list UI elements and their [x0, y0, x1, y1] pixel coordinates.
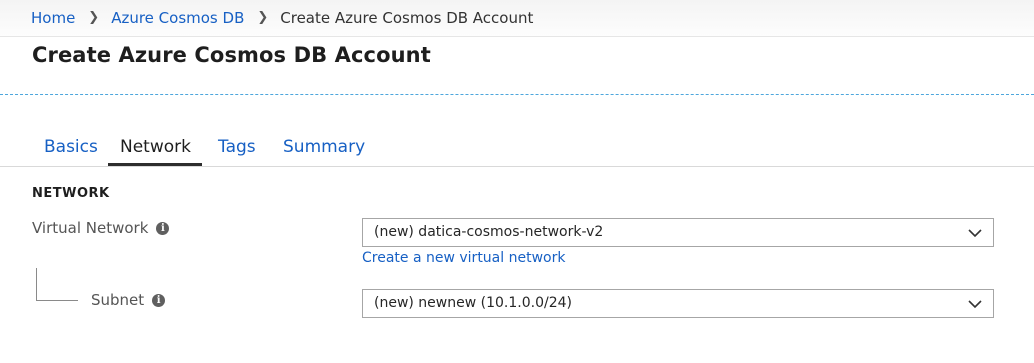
virtual-network-label: Virtual Network i — [32, 219, 170, 237]
subnet-dropdown[interactable]: (new) newnew (10.1.0.0/24) — [362, 289, 994, 318]
chevron-down-icon — [968, 300, 982, 309]
chevron-down-icon — [968, 229, 982, 238]
breadcrumb-cosmos-link[interactable]: Azure Cosmos DB — [111, 8, 244, 28]
active-tab-indicator — [108, 163, 202, 166]
header-divider — [0, 94, 1034, 95]
tab-basics[interactable]: Basics — [44, 136, 98, 158]
chevron-right-icon: ❯ — [257, 10, 269, 25]
breadcrumb-home-link[interactable]: Home — [31, 8, 75, 28]
tab-summary[interactable]: Summary — [283, 136, 365, 158]
page-title: Create Azure Cosmos DB Account — [32, 43, 431, 67]
tab-bar: Basics Network Tags Summary — [0, 126, 1034, 167]
subnet-label-text: Subnet — [91, 291, 145, 309]
breadcrumb-bar: Home ❯ Azure Cosmos DB ❯ Create Azure Co… — [0, 0, 1034, 37]
virtual-network-label-text: Virtual Network — [32, 219, 149, 237]
virtual-network-value: (new) datica-cosmos-network-v2 — [374, 224, 604, 240]
virtual-network-dropdown[interactable]: (new) datica-cosmos-network-v2 — [362, 218, 994, 247]
tree-connector-vertical — [36, 268, 37, 300]
chevron-right-icon: ❯ — [88, 10, 100, 25]
subnet-label: Subnet i — [91, 291, 166, 309]
info-icon[interactable]: i — [152, 293, 166, 307]
section-title-network: NETWORK — [32, 186, 110, 201]
create-virtual-network-link[interactable]: Create a new virtual network — [362, 250, 565, 266]
breadcrumb: Home ❯ Azure Cosmos DB ❯ Create Azure Co… — [31, 8, 533, 28]
breadcrumb-current: Create Azure Cosmos DB Account — [280, 9, 534, 27]
subnet-value: (new) newnew (10.1.0.0/24) — [374, 295, 572, 311]
tree-connector-horizontal — [36, 300, 78, 301]
tab-tags[interactable]: Tags — [218, 136, 256, 158]
info-icon[interactable]: i — [156, 221, 170, 235]
tab-network[interactable]: Network — [120, 136, 191, 158]
